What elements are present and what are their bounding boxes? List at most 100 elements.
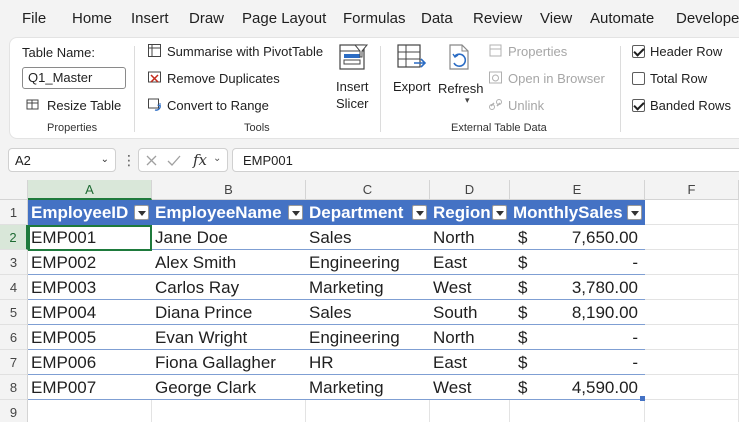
table-cell[interactable]: $3,780.00 [510, 275, 645, 300]
resize-table-button[interactable]: Resize Table [47, 98, 121, 113]
open-in-browser-button[interactable]: Open in Browser [508, 71, 605, 86]
table-cell[interactable]: $4,590.00 [510, 375, 645, 400]
column-header-a[interactable]: A [28, 180, 152, 200]
chevron-down-icon[interactable]: ⌄ [213, 153, 221, 164]
empty-cell[interactable] [306, 400, 430, 422]
menu-insert[interactable]: Insert [131, 10, 169, 27]
table-cell[interactable]: Sales [306, 300, 430, 325]
empty-cell[interactable] [645, 375, 739, 400]
table-cell[interactable]: Marketing [306, 375, 430, 400]
table-cell[interactable]: Engineering [306, 325, 430, 350]
table-cell[interactable]: $ - [510, 350, 645, 375]
summarise-pivot-button[interactable]: Summarise with PivotTable [167, 44, 323, 59]
menu-home[interactable]: Home [72, 10, 112, 27]
menu-draw[interactable]: Draw [189, 10, 224, 27]
row-header-4[interactable]: 4 [0, 275, 28, 300]
empty-cell[interactable] [645, 275, 739, 300]
row-header-2[interactable]: 2 [0, 225, 28, 250]
table-cell[interactable]: Alex Smith [152, 250, 306, 275]
table-header-cell[interactable]: EmployeeName [152, 200, 306, 225]
row-header-1[interactable]: 1 [0, 200, 28, 225]
select-all-corner[interactable] [0, 180, 28, 200]
filter-dropdown-icon[interactable] [288, 205, 303, 220]
table-cell[interactable]: George Clark [152, 375, 306, 400]
empty-cell[interactable] [645, 225, 739, 250]
row-header-6[interactable]: 6 [0, 325, 28, 350]
row-header-3[interactable]: 3 [0, 250, 28, 275]
filter-dropdown-icon[interactable] [627, 205, 642, 220]
export-button[interactable]: Export [393, 79, 431, 94]
row-header-5[interactable]: 5 [0, 300, 28, 325]
more-options-icon[interactable]: ⋮ [122, 152, 136, 169]
table-cell[interactable]: EMP004 [28, 300, 152, 325]
column-header-e[interactable]: E [510, 180, 645, 200]
menu-formulas[interactable]: Formulas [343, 10, 406, 27]
unlink-button[interactable]: Unlink [508, 98, 544, 113]
cancel-icon[interactable] [145, 154, 158, 167]
menu-developer[interactable]: Developer [676, 10, 739, 27]
table-cell[interactable]: $8,190.00 [510, 300, 645, 325]
filter-dropdown-icon[interactable] [492, 205, 507, 220]
banded-rows-checkbox[interactable] [632, 99, 645, 112]
table-cell[interactable]: EMP007 [28, 375, 152, 400]
table-cell[interactable]: EMP006 [28, 350, 152, 375]
table-cell[interactable]: EMP002 [28, 250, 152, 275]
table-cell[interactable]: Carlos Ray [152, 275, 306, 300]
table-cell[interactable]: EMP005 [28, 325, 152, 350]
empty-cell[interactable] [645, 200, 739, 225]
table-cell[interactable]: North [430, 225, 510, 250]
empty-cell[interactable] [430, 400, 510, 422]
total-row-label[interactable]: Total Row [650, 71, 707, 86]
convert-to-range-button[interactable]: Convert to Range [167, 98, 269, 113]
table-cell[interactable]: North [430, 325, 510, 350]
chevron-down-icon[interactable]: ⌄ [101, 154, 109, 165]
empty-cell[interactable] [510, 400, 645, 422]
table-cell[interactable]: Diana Prince [152, 300, 306, 325]
filter-dropdown-icon[interactable] [134, 205, 149, 220]
confirm-icon[interactable] [167, 154, 181, 167]
table-cell[interactable]: Fiona Gallagher [152, 350, 306, 375]
header-row-label[interactable]: Header Row [650, 44, 722, 59]
filter-dropdown-icon[interactable] [412, 205, 427, 220]
total-row-checkbox[interactable] [632, 72, 645, 85]
menu-view[interactable]: View [540, 10, 572, 27]
table-name-input[interactable]: Q1_Master [22, 67, 126, 89]
banded-rows-label[interactable]: Banded Rows [650, 98, 731, 113]
row-header-8[interactable]: 8 [0, 375, 28, 400]
empty-cell[interactable] [28, 400, 152, 422]
empty-cell[interactable] [645, 300, 739, 325]
table-cell[interactable]: West [430, 375, 510, 400]
table-cell[interactable]: EMP001 [28, 225, 152, 250]
menu-review[interactable]: Review [473, 10, 522, 27]
column-header-c[interactable]: C [306, 180, 430, 200]
empty-cell[interactable] [645, 250, 739, 275]
insert-function-icon[interactable]: fx [193, 151, 207, 169]
remove-duplicates-button[interactable]: Remove Duplicates [167, 71, 280, 86]
empty-cell[interactable] [152, 400, 306, 422]
menu-automate[interactable]: Automate [590, 10, 654, 27]
table-resize-handle[interactable] [640, 396, 645, 401]
empty-cell[interactable] [645, 400, 739, 422]
header-row-checkbox[interactable] [632, 45, 645, 58]
table-properties-button[interactable]: Properties [508, 44, 567, 59]
table-cell[interactable]: West [430, 275, 510, 300]
menu-page-layout[interactable]: Page Layout [242, 10, 326, 27]
table-cell[interactable]: $ - [510, 250, 645, 275]
insert-slicer-label-2[interactable]: Slicer [336, 96, 369, 111]
table-header-cell[interactable]: Department [306, 200, 430, 225]
insert-slicer-label-1[interactable]: Insert [336, 79, 369, 94]
table-cell[interactable]: Engineering [306, 250, 430, 275]
column-header-f[interactable]: F [645, 180, 739, 200]
empty-cell[interactable] [645, 325, 739, 350]
table-cell[interactable]: $7,650.00 [510, 225, 645, 250]
column-header-b[interactable]: B [152, 180, 306, 200]
table-header-cell[interactable]: Region [430, 200, 510, 225]
empty-cell[interactable] [645, 350, 739, 375]
refresh-dropdown-icon[interactable]: ▾ [465, 95, 470, 106]
table-cell[interactable]: Sales [306, 225, 430, 250]
name-box[interactable]: A2 ⌄ [8, 148, 116, 172]
formula-input[interactable]: EMP001 [232, 148, 739, 172]
table-cell[interactable]: South [430, 300, 510, 325]
table-header-cell[interactable]: MonthlySales [510, 200, 645, 225]
row-header-9[interactable]: 9 [0, 400, 28, 422]
